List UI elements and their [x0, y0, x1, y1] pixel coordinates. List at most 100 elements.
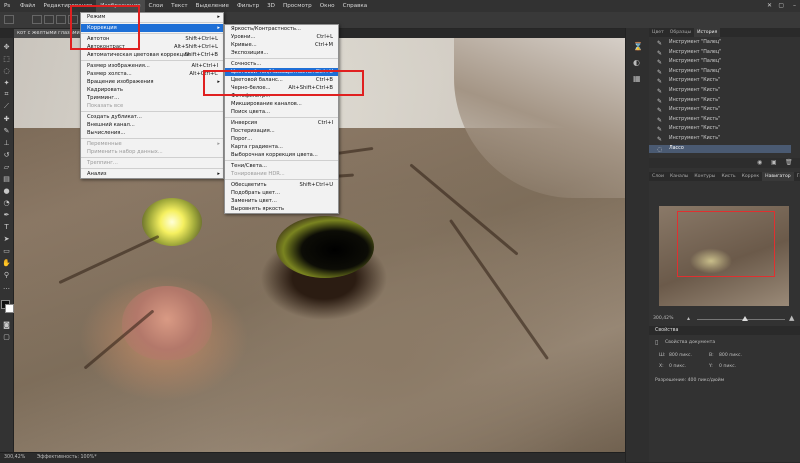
rectangle-tool-icon[interactable]: ▭	[2, 246, 11, 255]
panel-tab[interactable]: Цвет	[649, 28, 667, 37]
gradient-tool-icon[interactable]: ▤	[2, 174, 11, 183]
zoom-slider-handle[interactable]	[742, 316, 748, 321]
subtract-selection-icon[interactable]	[56, 15, 66, 24]
panel-tab[interactable]: Слои	[649, 172, 667, 181]
minimize-button[interactable]: –	[793, 0, 796, 12]
add-selection-icon[interactable]	[44, 15, 54, 24]
history-item[interactable]: ◌ Лассо	[649, 144, 791, 153]
quick-mask-icon[interactable]: ◙	[2, 320, 11, 329]
crop-tool-icon[interactable]: ⌗	[2, 90, 11, 99]
panel-tab[interactable]: Коррек	[739, 172, 763, 181]
menu-item[interactable]: Размер изображения... Alt+Ctrl+I	[81, 62, 223, 70]
eraser-tool-icon[interactable]: ▱	[2, 162, 11, 171]
history-item[interactable]: ✎ Инструмент "Кисть"	[649, 77, 791, 85]
menu-item[interactable]: Инверсия Ctrl+I	[225, 119, 338, 127]
zoom-in-icon[interactable]: ▲	[789, 314, 794, 322]
menu-item[interactable]: Кривые... Ctrl+M	[225, 41, 338, 49]
menu-item[interactable]: Вращение изображения ▸	[81, 78, 223, 86]
panel-tab[interactable]: Образцы	[667, 28, 694, 37]
background-color-swatch[interactable]	[5, 304, 14, 313]
zoom-slider-track[interactable]	[697, 319, 785, 320]
type-tool-icon[interactable]: T	[2, 222, 11, 231]
history-brush-tool-icon[interactable]: ↺	[2, 150, 11, 159]
app-icon[interactable]: Ps	[0, 0, 16, 12]
blur-tool-icon[interactable]: ●	[2, 186, 11, 195]
menu-4[interactable]: Текст	[167, 0, 192, 12]
history-item[interactable]: ✎ Инструмент "Кисть"	[649, 106, 791, 114]
path-selection-tool-icon[interactable]: ➤	[2, 234, 11, 243]
menu-item[interactable]: Постеризация...	[225, 127, 338, 135]
menu-item[interactable]: Размер холста... Alt+Ctrl+C	[81, 70, 223, 78]
height-value[interactable]: 800 пикс.	[719, 353, 742, 358]
panel-tab[interactable]: Навигатор	[762, 172, 794, 181]
brush-tool-icon[interactable]: ✎	[2, 126, 11, 135]
new-document-icon[interactable]: ▣	[771, 159, 777, 166]
y-value[interactable]: 0 пикс.	[719, 364, 736, 369]
new-selection-icon[interactable]	[32, 15, 42, 24]
more-tools-icon[interactable]: …	[2, 282, 11, 291]
magic-wand-tool-icon[interactable]: ✦	[2, 78, 11, 87]
menu-item[interactable]: Экспозиция...	[225, 49, 338, 57]
dodge-tool-icon[interactable]: ◔	[2, 198, 11, 207]
menu-item[interactable]: Вычисления...	[81, 129, 223, 137]
marquee-tool-icon[interactable]: ⬚	[2, 54, 11, 63]
menu-item[interactable]: Порог...	[225, 135, 338, 143]
menu-item[interactable]: Автоматическая цветовая коррекция Shift+C…	[81, 51, 223, 59]
menu-5[interactable]: Выделение	[192, 0, 233, 12]
healing-brush-tool-icon[interactable]: ✚	[2, 114, 11, 123]
menu-item[interactable]: Тени/Света...	[225, 162, 338, 170]
history-item[interactable]: ✎ Инструмент "Палец"	[649, 39, 791, 47]
history-item[interactable]: ✎ Инструмент "Палец"	[649, 68, 791, 76]
history-item[interactable]: ✎ Инструмент "Кисть"	[649, 97, 791, 105]
menu-item[interactable]: Анализ ▸	[81, 170, 223, 178]
menu-8[interactable]: Просмотр	[279, 0, 316, 12]
menu-9[interactable]: Окно	[316, 0, 339, 12]
menu-item[interactable]: Внешний канал...	[81, 121, 223, 129]
menu-item[interactable]: Карта градиента...	[225, 143, 338, 151]
swatches-panel-icon[interactable]: ▦	[633, 74, 643, 84]
efficiency-readout[interactable]: Эффективность: 100%*	[37, 455, 97, 460]
maximize-button[interactable]: ▢	[778, 0, 784, 12]
navigator-zoom-readout[interactable]: 300,42%	[653, 316, 673, 321]
pen-tool-icon[interactable]: ✒	[2, 210, 11, 219]
history-panel-icon[interactable]: ⌛	[633, 42, 643, 52]
zoom-readout[interactable]: 300,42%	[4, 455, 25, 460]
trash-icon[interactable]: 🗑	[785, 159, 793, 166]
history-item[interactable]: ✎ Инструмент "Кисть"	[649, 116, 791, 124]
menu-0[interactable]: Файл	[16, 0, 39, 12]
hand-tool-icon[interactable]: ✋	[2, 258, 11, 267]
close-button[interactable]: ✕	[767, 0, 772, 12]
snapshot-icon[interactable]: ◉	[757, 159, 762, 166]
menu-item[interactable]: Яркость/Контрастность...	[225, 25, 338, 33]
move-tool-icon[interactable]: ✥	[2, 42, 11, 51]
tool-preset-button[interactable]	[4, 15, 14, 24]
menu-item[interactable]: Обесцветить Shift+Ctrl+U	[225, 181, 338, 189]
menu-item[interactable]: Уровни... Ctrl+L	[225, 33, 338, 41]
menu-item[interactable]: Выровнять яркость	[225, 205, 338, 213]
history-item[interactable]: ✎ Инструмент "Палец"	[649, 58, 791, 66]
panel-tab[interactable]: Каналы	[667, 172, 691, 181]
history-item[interactable]: ✎ Инструмент "Кисть"	[649, 125, 791, 133]
x-value[interactable]: 0 пикс.	[669, 364, 686, 369]
screen-mode-icon[interactable]: ▢	[2, 332, 11, 341]
panel-tab[interactable]: История	[694, 28, 721, 37]
history-item[interactable]: ✎ Инструмент "Кисть"	[649, 135, 791, 143]
panel-tab[interactable]: Кисть	[718, 172, 738, 181]
menu-item[interactable]: Заменить цвет...	[225, 197, 338, 205]
menu-item[interactable]: Тримминг...	[81, 94, 223, 102]
zoom-out-icon[interactable]: ▴	[687, 315, 690, 322]
panel-tab[interactable]: Гистог	[794, 172, 800, 181]
menu-item[interactable]: Сочность...	[225, 60, 338, 68]
zoom-tool-icon[interactable]: ⚲	[2, 270, 11, 279]
menu-item[interactable]: Создать дубликат...	[81, 113, 223, 121]
menu-item[interactable]: Кадрировать	[81, 86, 223, 94]
menu-item[interactable]: Подобрать цвет...	[225, 189, 338, 197]
color-panel-icon[interactable]: ◐	[633, 58, 643, 68]
menu-item[interactable]: Поиск цвета...	[225, 108, 338, 116]
menu-item[interactable]: Микширование каналов...	[225, 100, 338, 108]
navigator-view-box[interactable]	[677, 211, 775, 277]
menu-10[interactable]: Справка	[339, 0, 372, 12]
history-item[interactable]: ✎ Инструмент "Палец"	[649, 49, 791, 57]
menu-6[interactable]: Фильтр	[233, 0, 263, 12]
stamp-tool-icon[interactable]: ⊥	[2, 138, 11, 147]
